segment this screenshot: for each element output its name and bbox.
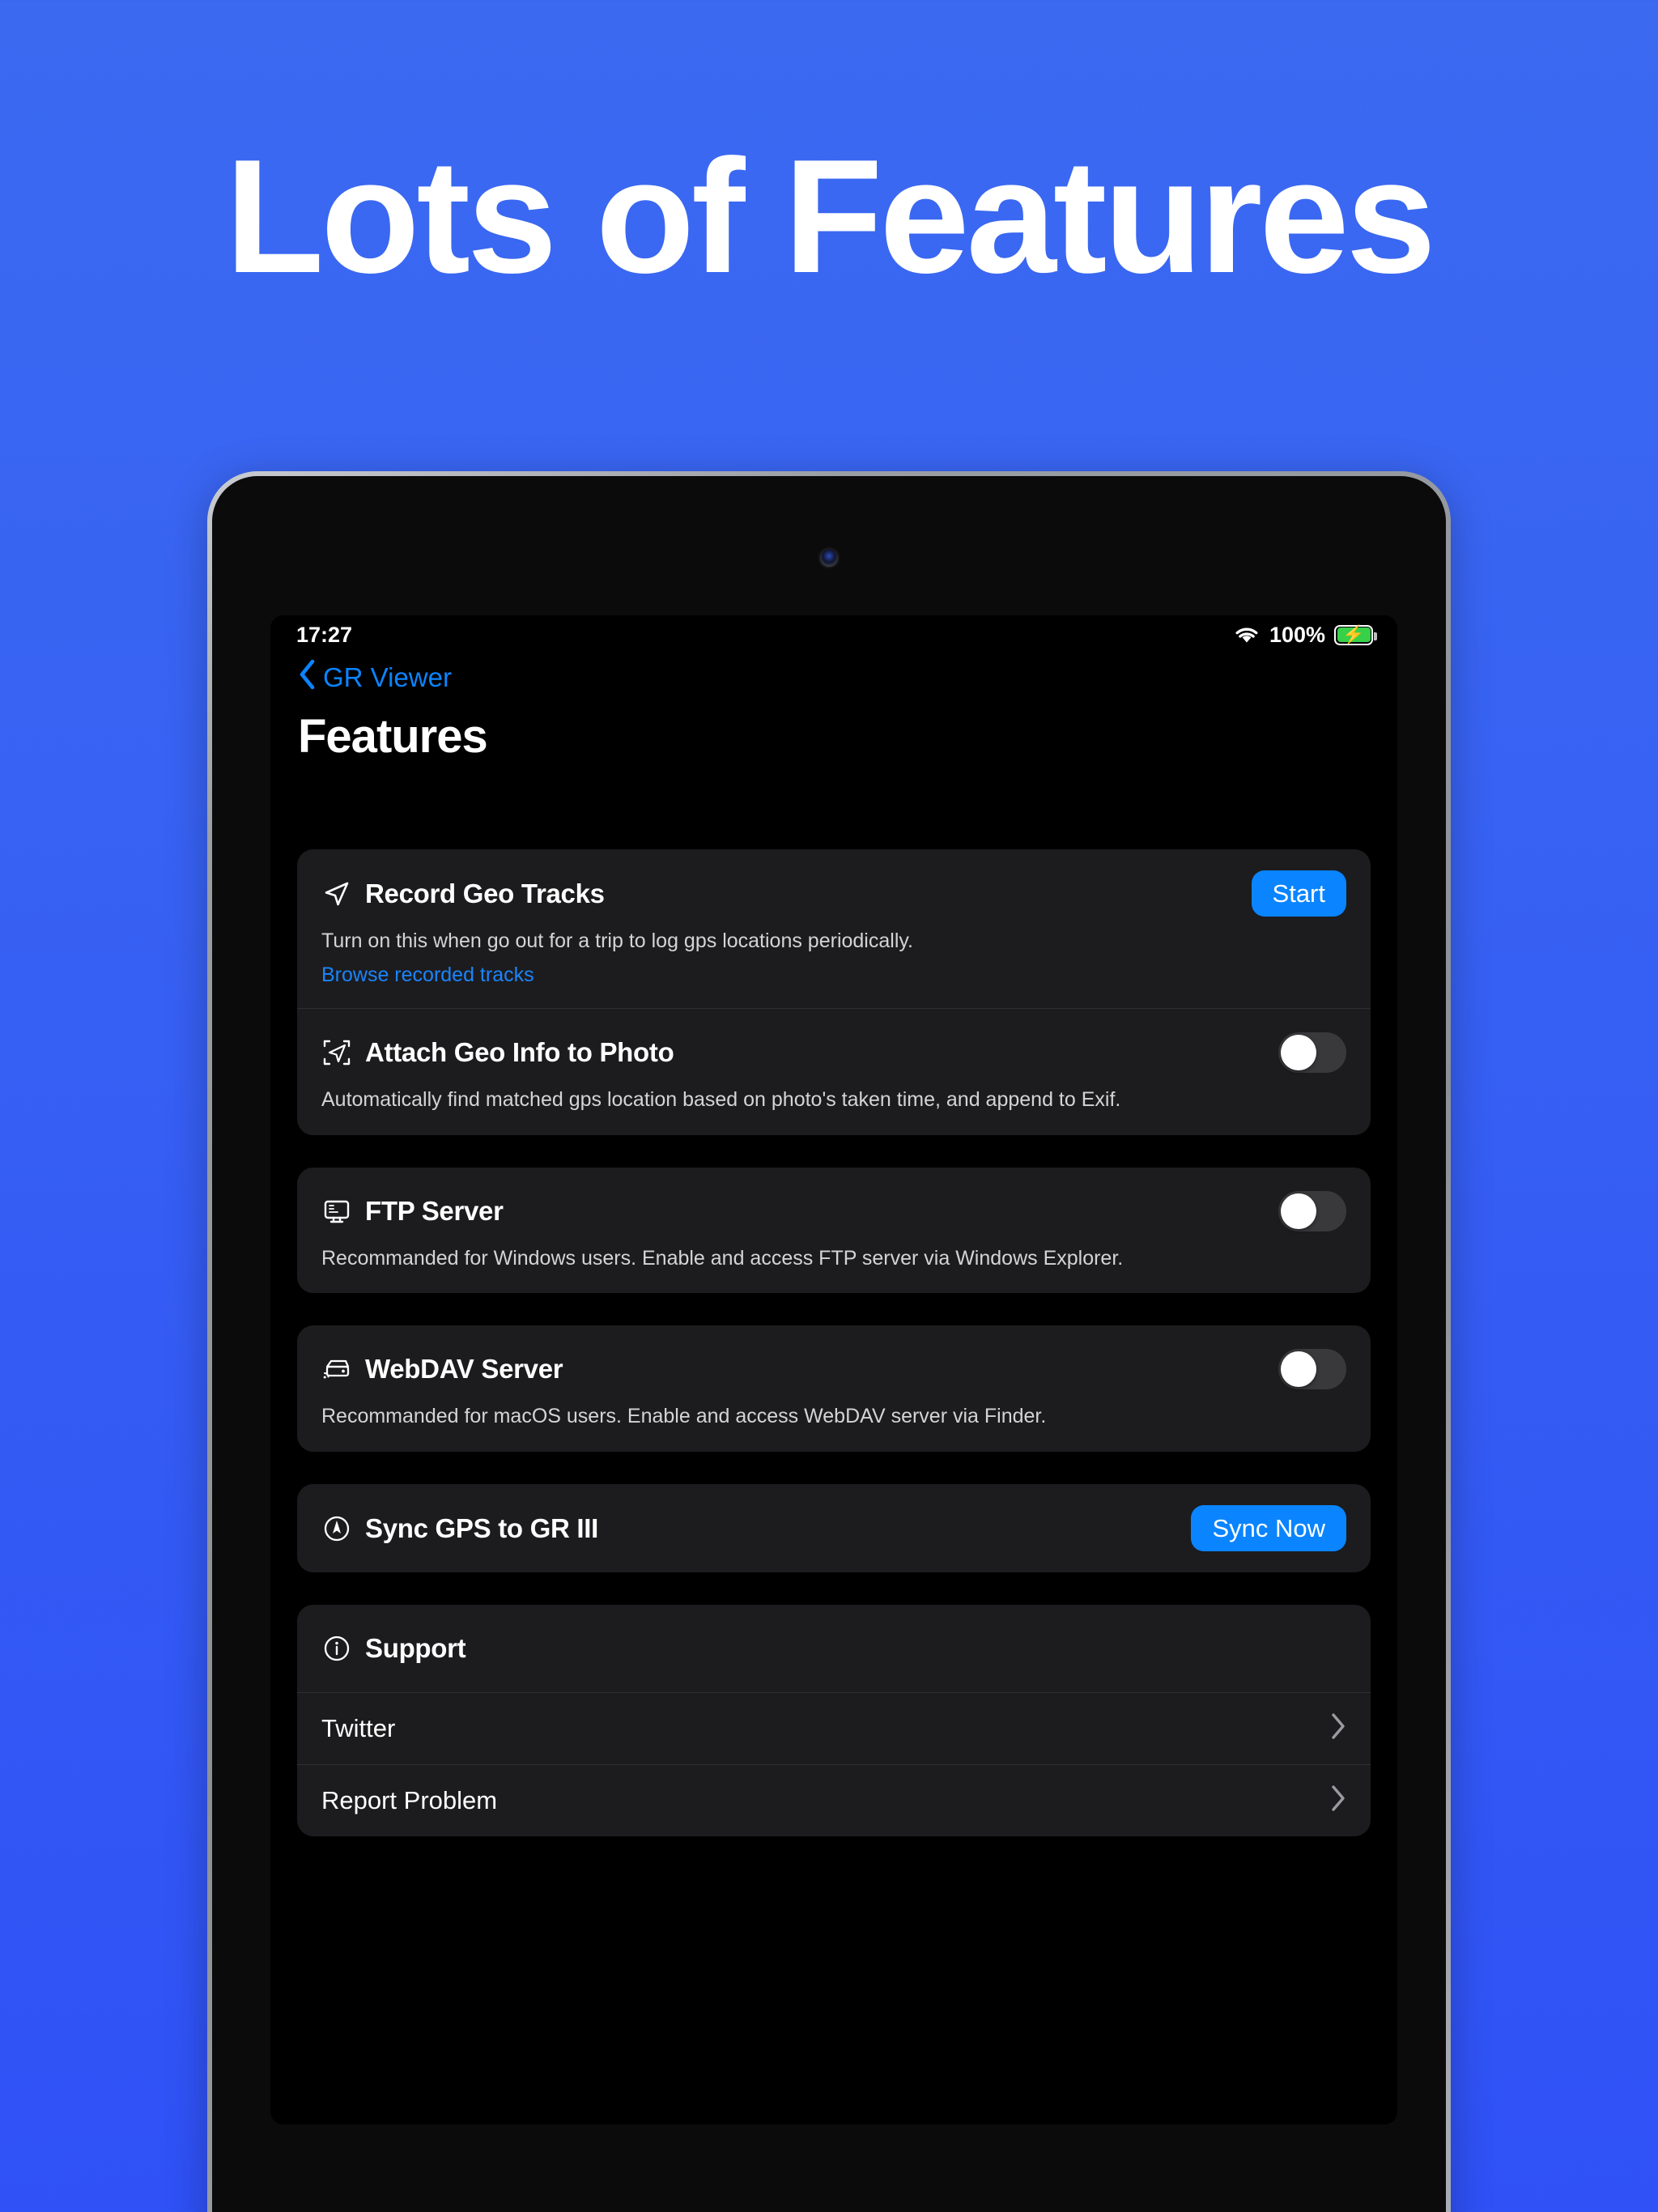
toggle-knob <box>1281 1351 1316 1388</box>
back-button-label: GR Viewer <box>323 662 452 692</box>
location-arrow-icon <box>321 878 352 909</box>
desktop-computer-icon <box>321 1196 352 1227</box>
card-geo: Record Geo Tracks Start Turn on this whe… <box>297 849 1371 1135</box>
app-screen: 17:27 100% ⚡ GR Viewer Features Record G… <box>270 615 1397 2125</box>
status-bar-time: 17:27 <box>296 622 353 647</box>
row-ftp-server: FTP Server Recommanded for Windows users… <box>297 1168 1371 1294</box>
chevron-right-icon <box>1330 1784 1346 1817</box>
geo-photo-frame-icon <box>321 1037 352 1068</box>
row-webdav-server: WebDAV Server Recommanded for macOS user… <box>297 1325 1371 1452</box>
card-webdav-server: WebDAV Server Recommanded for macOS user… <box>297 1325 1371 1452</box>
row-title-attach-geo-info: Attach Geo Info to Photo <box>365 1036 674 1067</box>
row-support-header: Support <box>297 1605 1371 1692</box>
card-sync-gps: Sync GPS to GR III Sync Now <box>297 1484 1371 1572</box>
tablet-bezel: 17:27 100% ⚡ GR Viewer Features Record G… <box>212 476 1446 2212</box>
toggle-knob <box>1281 1034 1316 1070</box>
row-description-record-geo-tracks: Turn on this when go out for a trip to l… <box>321 929 913 952</box>
start-button[interactable]: Start <box>1251 870 1346 917</box>
info-circle-icon <box>321 1633 352 1664</box>
card-support: Support Twitter Report Problem <box>297 1605 1371 1836</box>
list-item-report-problem[interactable]: Report Problem <box>297 1764 1371 1836</box>
row-record-geo-tracks: Record Geo Tracks Start Turn on this whe… <box>297 849 1371 1008</box>
webdav-server-toggle[interactable] <box>1278 1349 1346 1390</box>
ftp-server-toggle[interactable] <box>1278 1190 1346 1231</box>
tablet-device-frame: 17:27 100% ⚡ GR Viewer Features Record G… <box>207 471 1451 2212</box>
server-drive-icon <box>321 1354 352 1385</box>
list-item-twitter[interactable]: Twitter <box>297 1692 1371 1764</box>
row-title-sync-gps: Sync GPS to GR III <box>365 1512 598 1543</box>
card-ftp-server: FTP Server Recommanded for Windows users… <box>297 1167 1371 1294</box>
row-sync-gps: Sync GPS to GR III Sync Now <box>297 1484 1371 1572</box>
status-bar: 17:27 100% ⚡ <box>270 615 1397 654</box>
row-title-support: Support <box>365 1633 466 1663</box>
front-camera-icon <box>820 549 838 567</box>
row-description-attach-geo-info: Automatically find matched gps location … <box>321 1087 1121 1111</box>
attach-geo-info-toggle[interactable] <box>1278 1032 1346 1073</box>
row-attach-geo-info: Attach Geo Info to Photo Automatically f… <box>297 1007 1371 1135</box>
row-title-record-geo-tracks: Record Geo Tracks <box>365 878 605 908</box>
compass-icon <box>321 1513 352 1544</box>
wifi-icon <box>1233 625 1261 645</box>
list-item-label: Report Problem <box>321 1786 498 1814</box>
toggle-knob <box>1281 1193 1316 1229</box>
chevron-left-icon <box>298 659 316 696</box>
row-description-webdav-server: Recommanded for macOS users. Enable and … <box>321 1405 1047 1428</box>
page-title: Features <box>298 710 488 763</box>
row-title-webdav-server: WebDAV Server <box>365 1354 563 1385</box>
battery-percent-label: 100% <box>1269 622 1325 647</box>
back-button[interactable]: GR Viewer <box>298 659 452 696</box>
row-title-ftp-server: FTP Server <box>365 1195 504 1226</box>
list-item-label: Twitter <box>321 1714 396 1742</box>
browse-recorded-tracks-link[interactable]: Browse recorded tracks <box>321 963 534 987</box>
row-description-ftp-server: Recommanded for Windows users. Enable an… <box>321 1246 1124 1270</box>
sync-now-button[interactable]: Sync Now <box>1191 1505 1346 1551</box>
battery-charging-icon: ⚡ <box>1334 624 1377 645</box>
page-headline: Lots of Features <box>225 126 1436 307</box>
nav-bar: GR Viewer <box>270 654 1397 696</box>
features-list: Record Geo Tracks Start Turn on this whe… <box>270 849 1397 1836</box>
chevron-right-icon <box>1330 1712 1346 1745</box>
